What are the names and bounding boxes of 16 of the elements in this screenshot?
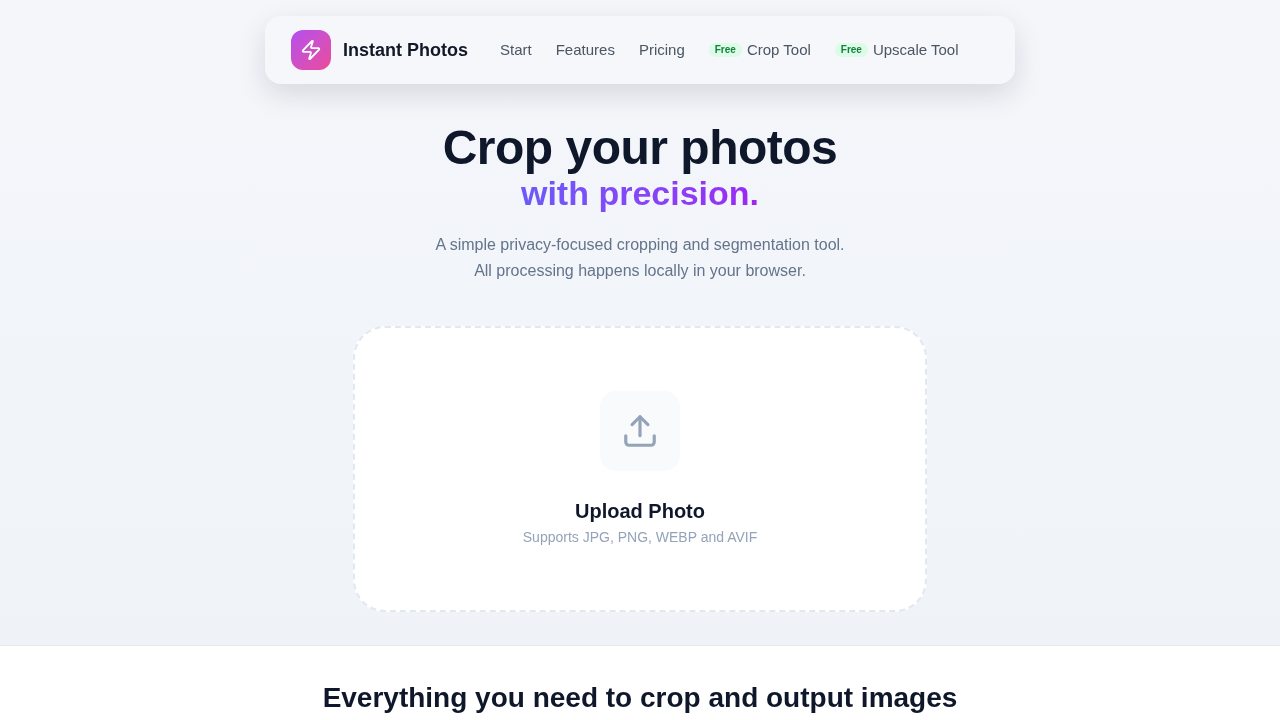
upload-title: Upload Photo <box>575 499 705 524</box>
nav-link[interactable]: Free Crop Tool <box>708 38 811 62</box>
nav-link[interactable]: Features <box>555 38 615 62</box>
hero-description: A simple privacy-focused cropping and segmentation tool. All processing happens locally in your browser. <box>435 235 845 281</box>
brand-name[interactable]: Instant Photos <box>343 36 468 64</box>
badge: Free <box>708 43 742 57</box>
logo-icon <box>291 30 331 70</box>
section-heading: Everything you need to crop and output images <box>322 682 958 715</box>
nav-link[interactable]: Pricing <box>638 38 685 62</box>
badge: Free <box>834 43 868 57</box>
supported-formats: Supports JPG, PNG, WEBP and AVIF <box>522 528 758 547</box>
upload-dropzone[interactable]: Upload Photo Supports JPG, PNG, WEBP and AVIF <box>353 326 927 612</box>
upload-icon <box>600 391 680 471</box>
nav-link[interactable]: Free Upscale Tool <box>834 38 959 62</box>
nav-link[interactable]: Start <box>500 38 532 62</box>
hero-title: Crop your photos <box>442 124 838 172</box>
